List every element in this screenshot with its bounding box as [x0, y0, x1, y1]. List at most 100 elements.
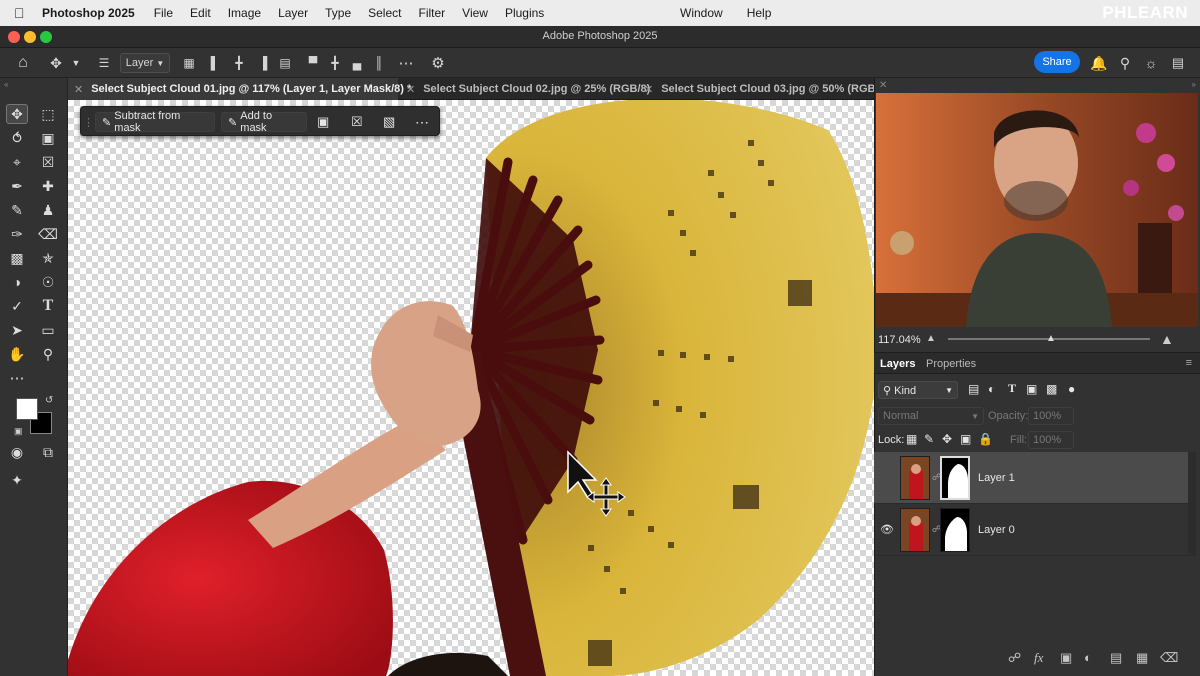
menu-view[interactable]: View — [462, 6, 488, 20]
healing-brush-tool-icon[interactable]: ✚ — [37, 176, 59, 196]
pixel-filter-icon[interactable]: ▤ — [968, 382, 979, 396]
default-colors-icon[interactable]: ▣ — [14, 426, 23, 437]
clone-stamp-tool-icon[interactable]: ♟ — [37, 200, 59, 220]
layer-row-layer-0[interactable]: 👁 ☍ Layer 0 — [874, 504, 1188, 556]
zoom-percentage[interactable]: 117.04% — [878, 334, 921, 346]
edit-toolbar-icon[interactable]: ⋯ — [6, 368, 28, 388]
layer-thumbnail[interactable] — [900, 508, 930, 552]
close-tab-icon[interactable]: ✕ — [644, 83, 653, 96]
rectangular-marquee-tool-icon[interactable]: ⬚ — [37, 104, 59, 124]
layer-name[interactable]: Layer 0 — [978, 524, 1015, 536]
zoom-in-mountain-icon[interactable]: ▲ — [1160, 331, 1174, 347]
add-mask-icon[interactable]: ▣ — [1060, 650, 1072, 666]
dodge-tool-icon[interactable]: ◑ — [6, 272, 28, 292]
filter-toggle-icon[interactable]: ● — [1068, 382, 1075, 396]
menu-edit[interactable]: Edit — [190, 6, 211, 20]
tab-document-3[interactable]: ✕ Select Subject Cloud 03.jpg @ 50% (RGB… — [638, 78, 888, 100]
eyedropper-tool-icon[interactable]: ✒ — [6, 176, 28, 196]
menu-type[interactable]: Type — [325, 6, 351, 20]
lasso-tool-icon[interactable]: ⥀ — [6, 128, 28, 148]
collapse-toolbar-icon[interactable]: « — [4, 80, 8, 89]
gradient-tool-icon[interactable]: ▩ — [6, 248, 28, 268]
share-button[interactable]: Share — [1034, 51, 1080, 73]
close-tab-icon[interactable]: ✕ — [74, 83, 83, 96]
smudge-tool-icon[interactable]: ☉ — [37, 272, 59, 292]
type-tool-icon[interactable]: T — [37, 296, 59, 316]
brush-tool-icon[interactable]: ✎ — [6, 200, 28, 220]
align-left-icon[interactable]: ▌ — [206, 53, 224, 73]
menu-select[interactable]: Select — [368, 6, 401, 20]
distribute-vertical-icon[interactable]: ║ — [370, 53, 388, 73]
history-brush-tool-icon[interactable]: ✑ — [6, 224, 28, 244]
menu-filter[interactable]: Filter — [418, 6, 445, 20]
zoom-tool-icon[interactable]: ⚲ — [37, 344, 59, 364]
menu-plugins[interactable]: Plugins — [505, 6, 544, 20]
menu-image[interactable]: Image — [228, 6, 261, 20]
opacity-field[interactable]: 100% — [1028, 407, 1074, 425]
pen-tool-icon[interactable]: ✓ — [6, 296, 28, 316]
align-right-icon[interactable]: ▐ — [254, 53, 272, 73]
layer-mask-thumbnail[interactable] — [940, 508, 970, 552]
zoom-slider-handle[interactable]: ▲ — [1046, 333, 1056, 344]
layers-stack-icon[interactable]: ☰ — [94, 53, 114, 73]
lock-image-pixels-icon[interactable]: ✎ — [924, 432, 934, 446]
menu-app[interactable]: Photoshop 2025 — [42, 6, 135, 20]
add-to-mask-button[interactable]: ✎ Add to mask — [221, 110, 307, 134]
visibility-toggle-empty[interactable] — [878, 470, 894, 486]
chevron-down-icon[interactable]: ▼ — [70, 53, 82, 73]
menu-layer[interactable]: Layer — [278, 6, 308, 20]
zoom-out-mountain-icon[interactable]: ▲ — [926, 333, 936, 344]
move-tool-icon[interactable]: ✥ — [46, 53, 66, 73]
layer-row-layer-1[interactable]: ☍ Layer 1 — [874, 452, 1188, 504]
tab-document-2[interactable]: ✕ Select Subject Cloud 02.jpg @ 25% (RGB… — [400, 78, 650, 100]
subtract-from-mask-button[interactable]: ✎ Subtract from mask — [95, 110, 215, 134]
menu-help[interactable]: Help — [747, 6, 772, 20]
crop-tool-icon[interactable]: ⌖ — [6, 152, 28, 172]
object-selection-tool-icon[interactable]: ▣ — [37, 128, 59, 148]
home-icon[interactable]: ⌂ — [12, 53, 34, 73]
hand-tool-icon[interactable]: ✋ — [6, 344, 28, 364]
move-tool-icon[interactable]: ✥ — [6, 104, 28, 124]
panel-menu-icon[interactable]: ≡ — [1186, 357, 1192, 369]
smart-object-filter-icon[interactable]: ▩ — [1046, 382, 1057, 396]
path-selection-tool-icon[interactable]: ➤ — [6, 320, 28, 340]
menu-file[interactable]: File — [154, 6, 173, 20]
more-options-icon[interactable]: ⋯ — [396, 53, 416, 73]
select-subject-icon[interactable]: ▣ — [317, 112, 335, 132]
close-panel-icon[interactable]: ✕ — [879, 80, 887, 91]
search-icon[interactable]: ⚲ — [1116, 53, 1134, 73]
filter-kind-dropdown[interactable]: ⚲ Kind ▼ — [878, 381, 958, 399]
align-hcenter-icon[interactable]: ╋ — [230, 53, 248, 73]
new-group-icon[interactable]: ▤ — [1110, 650, 1122, 666]
tab-layers[interactable]: Layers — [880, 358, 915, 370]
layer-thumbnail[interactable] — [900, 456, 930, 500]
mask-options-icon[interactable]: ▧ — [383, 112, 401, 132]
collapse-panels-icon[interactable]: » — [1192, 80, 1196, 89]
screen-mode-icon[interactable]: ⧉ — [37, 442, 59, 462]
fill-field[interactable]: 100% — [1028, 431, 1074, 449]
link-layers-icon[interactable]: ☍ — [1008, 650, 1021, 666]
gear-icon[interactable]: ⚙ — [428, 53, 448, 73]
invert-mask-icon[interactable]: ☒ — [351, 112, 369, 132]
swap-colors-icon[interactable]: ↺ — [45, 395, 53, 406]
align-bottom-icon[interactable]: ▄ — [348, 53, 366, 73]
tab-document-1[interactable]: ✕ Select Subject Cloud 01.jpg @ 117% (La… — [68, 78, 411, 100]
generative-fill-icon[interactable]: ✦ — [6, 470, 28, 490]
adjustment-layer-icon[interactable]: ◐ — [1084, 650, 1092, 665]
lock-artboard-icon[interactable]: ▣ — [960, 432, 971, 446]
discover-lightbulb-icon[interactable]: ☼ — [1142, 53, 1160, 73]
new-layer-icon[interactable]: ▦ — [1136, 650, 1148, 666]
workspace-icon[interactable]: ▤ — [1168, 53, 1188, 73]
align-vcenter-icon[interactable]: ╋ — [326, 53, 344, 73]
lock-transparent-icon[interactable]: ▦ — [906, 432, 917, 446]
close-tab-icon[interactable]: ✕ — [406, 83, 415, 96]
tab-properties[interactable]: Properties — [926, 358, 976, 370]
apple-icon[interactable]:  — [14, 5, 30, 21]
align-top-icon[interactable]: ▀ — [304, 53, 322, 73]
layer-name[interactable]: Layer 1 — [978, 472, 1015, 484]
document-canvas[interactable] — [68, 100, 874, 676]
distribute-icon[interactable]: ▤ — [276, 53, 294, 73]
layers-scrollbar[interactable] — [1188, 452, 1196, 556]
rectangle-tool-icon[interactable]: ▭ — [37, 320, 59, 340]
bell-icon[interactable]: 🔔 — [1090, 53, 1108, 73]
